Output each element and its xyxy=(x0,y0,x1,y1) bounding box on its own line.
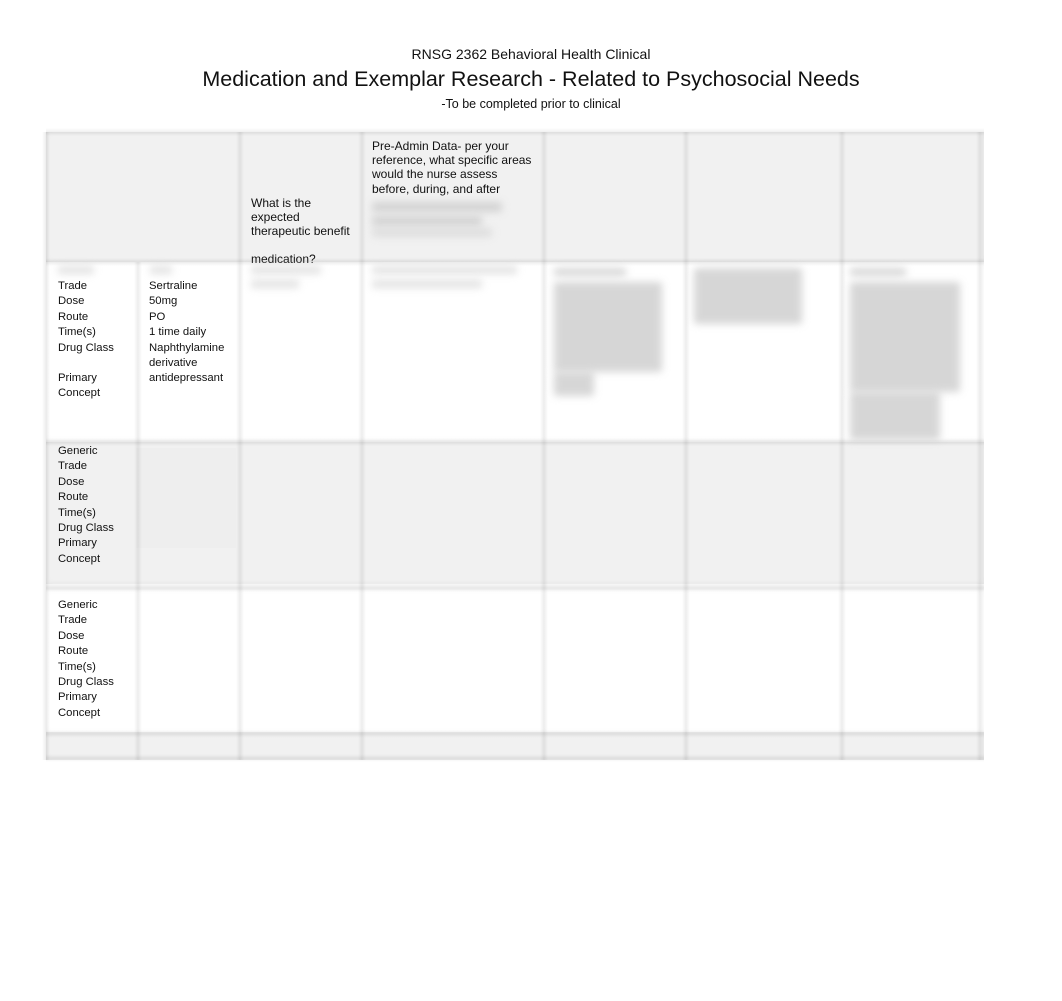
obscured-cell-text xyxy=(850,282,960,392)
obscured-text xyxy=(372,280,482,288)
times-value: 1 time daily xyxy=(149,326,207,339)
obscured-cell-text xyxy=(554,282,662,372)
grid-line xyxy=(46,438,984,446)
page-subtitle: -To be completed prior to clinical xyxy=(441,97,621,111)
row-2-label-tint xyxy=(136,448,236,548)
obscured-text xyxy=(251,266,321,274)
grid-line xyxy=(46,128,984,136)
obscured-cell-text xyxy=(850,268,906,276)
obscured-text xyxy=(372,216,482,226)
obscured-cell-text xyxy=(694,268,802,324)
obscured-cell-text xyxy=(554,372,594,396)
obscured-text xyxy=(372,266,517,274)
obscured-cell-text xyxy=(554,268,626,276)
primary-concept-value: antidepressant xyxy=(149,372,224,385)
page-title: Medication and Exemplar Research - Relat… xyxy=(202,67,860,91)
grid-line xyxy=(46,730,984,738)
grid-line xyxy=(682,132,690,760)
document-header: RNSG 2362 Behavioral Health Clinical Med… xyxy=(0,44,1062,113)
row-1-labels: Trade Dose Route Time(s) Drug Class Prim… xyxy=(58,280,114,400)
grid-line xyxy=(236,132,244,760)
obscured-text xyxy=(58,266,94,274)
grid-line xyxy=(46,258,984,266)
column-header-pre-admin-data: Pre-Admin Data- per your reference, what… xyxy=(372,139,532,196)
row-3-labels: Generic Trade Dose Route Time(s) Drug Cl… xyxy=(58,599,114,719)
column-header-therapeutic-benefit: What is the expected therapeutic benefit… xyxy=(251,196,350,266)
obscured-text xyxy=(150,266,172,274)
grid-line xyxy=(42,132,50,760)
row-1-values: Sertraline 50mg PO 1 time daily Naphthyl… xyxy=(149,279,239,387)
drug-class-value: Naphthylamine xyxy=(149,341,225,354)
grid-line xyxy=(540,132,548,760)
row-2-labels: Generic Trade Dose Route Time(s) Drug Cl… xyxy=(58,445,114,565)
grid-line xyxy=(838,132,846,760)
obscured-text xyxy=(372,202,502,212)
obscured-text xyxy=(372,228,492,237)
trade-value: Sertraline xyxy=(149,280,198,292)
grid-line xyxy=(46,584,984,592)
drug-class-value-cont: derivative xyxy=(149,357,198,370)
grid-line xyxy=(46,754,984,762)
medication-table: What is the expected therapeutic benefit… xyxy=(42,128,984,762)
route-value: PO xyxy=(149,310,166,323)
obscured-text xyxy=(251,280,299,288)
obscured-cell-text xyxy=(850,392,940,440)
course-title: RNSG 2362 Behavioral Health Clinical xyxy=(411,46,651,62)
dose-value: 50mg xyxy=(149,295,178,308)
grid-line xyxy=(976,132,984,760)
